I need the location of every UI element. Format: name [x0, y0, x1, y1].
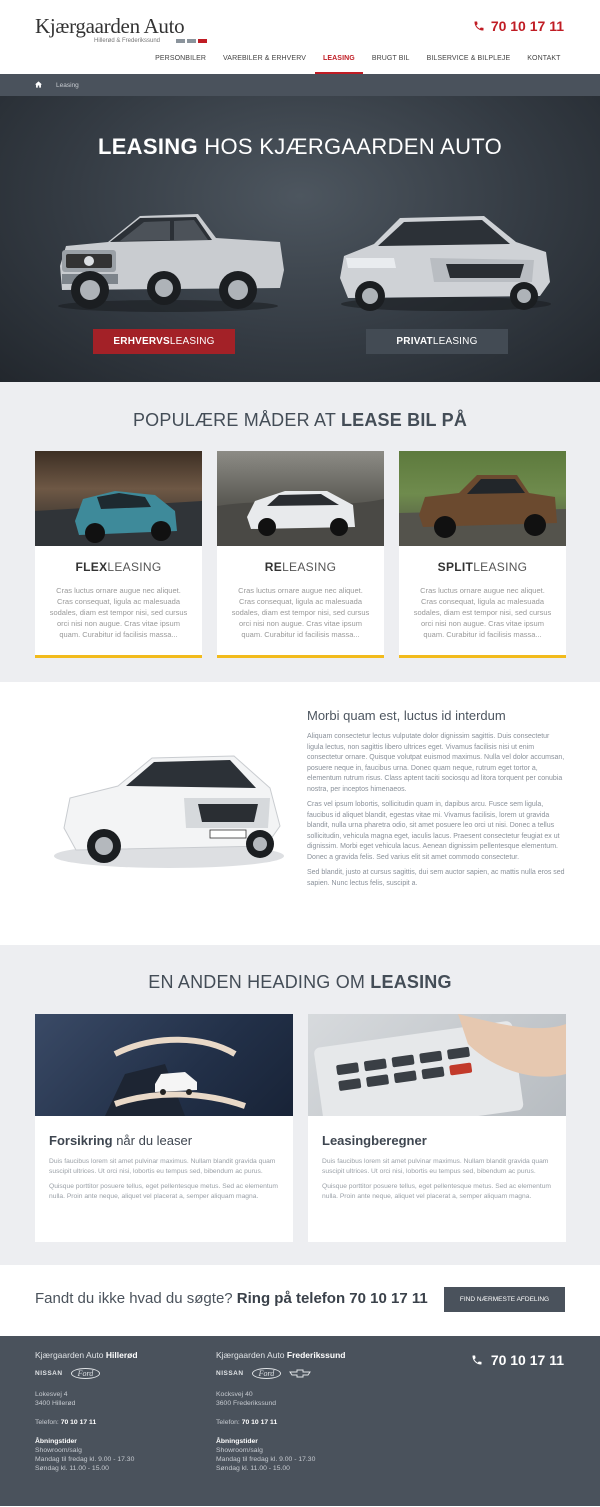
cta-question: Fandt du ikke hvad du søgte? Ring på tel…	[35, 1290, 428, 1307]
nav-item-brugt-bil[interactable]: BRUGT BIL	[363, 46, 418, 74]
splitleasing-card[interactable]: SPLITLEASING Cras luctus ornare augue ne…	[399, 451, 566, 658]
about-paragraph-2: Cras vel ipsum lobortis, sollicitudin qu…	[307, 801, 560, 861]
footer-address: Kocksvej 40 3600 Frederikssund	[216, 1391, 277, 1407]
logo-subtitle: Hillerød & Frederikssund	[94, 38, 161, 44]
main-nav: PERSONBILER VAREBILER & ERHVERV LEASING …	[147, 46, 569, 74]
releasing-text: Cras luctus ornare augue nec aliquet. Cr…	[231, 586, 370, 639]
insurance-text-2: Quisque porttitor posuere tellus, eget p…	[49, 1183, 278, 1200]
about-paragraph-1: Aliquam consectetur lectus vulputate dol…	[307, 733, 565, 793]
flexleasing-text: Cras luctus ornare augue nec aliquet. Cr…	[49, 586, 188, 639]
home-icon[interactable]	[35, 80, 42, 90]
business-leasing-button[interactable]: ERHVERVSLEASING	[93, 329, 235, 354]
nissan-logo-icon: NISSAN	[216, 1370, 244, 1377]
footer-address: Lokesvej 4 3400 Hillerød	[35, 1391, 76, 1407]
header-phone[interactable]: 70 10 17 11	[473, 18, 564, 34]
insurance-text-1: Duis faucibus lorem sit amet pulvinar ma…	[49, 1158, 276, 1175]
insurance-image	[35, 1014, 293, 1116]
nav-item-leasing[interactable]: LEASING	[314, 46, 364, 74]
chevrolet-logo-icon	[289, 1369, 312, 1378]
logo-name: Kjærgaarden Auto	[35, 14, 185, 38]
footer-location-title: Kjærgaarden Auto Hillerød	[35, 1350, 138, 1360]
sedan-car-image	[340, 216, 551, 311]
footer-location-title: Kjærgaarden Auto Frederikssund	[216, 1350, 346, 1360]
insurance-box[interactable]: Forsikring når du leaser Duis faucibus l…	[35, 1014, 293, 1242]
site-footer: Kjærgaarden Auto Hillerød NISSAN Ford Lo…	[0, 1336, 600, 1506]
calculator-image	[308, 1014, 566, 1116]
about-heading: Morbi quam est, luctus id interdum	[307, 708, 506, 723]
header-phone-number: 70 10 17 11	[490, 18, 564, 34]
ford-logo-icon: Ford	[70, 1368, 101, 1379]
nav-item-bilservice[interactable]: BILSERVICE & BILPLEJE	[418, 46, 519, 74]
white-suv-image	[54, 755, 284, 868]
call-to-action: Fandt du ikke hvad du søgte? Ring på tel…	[0, 1265, 600, 1336]
nissan-logo-icon: NISSAN	[35, 1370, 63, 1377]
footer-phone[interactable]: 70 10 17 11	[471, 1352, 564, 1368]
section2-title: EN ANDEN HEADING OM LEASING	[148, 972, 452, 992]
pickup-truck-image	[58, 214, 284, 312]
about-paragraph-3: Sed blandit, justo at cursus sagittis, d…	[307, 869, 565, 887]
logo[interactable]: Kjærgaarden Auto Hillerød & Frederikssun…	[35, 14, 207, 44]
popular-leasing-section: POPULÆRE MÅDER AT LEASE BIL PÅ FLEXLEASI…	[0, 382, 600, 682]
private-leasing-button[interactable]: PRIVATLEASING	[366, 329, 508, 354]
footer-telephone[interactable]: Telefon: 70 10 17 11	[216, 1419, 345, 1426]
about-section: Morbi quam est, luctus id interdum Aliqu…	[0, 682, 600, 945]
calculator-box[interactable]: Leasingberegner Duis faucibus lorem sit …	[308, 1014, 566, 1242]
phone-icon	[472, 1355, 482, 1365]
phone-icon	[474, 21, 484, 31]
releasing-image	[217, 451, 384, 546]
flexleasing-card[interactable]: FLEXLEASING Cras luctus ornare augue nec…	[35, 451, 202, 658]
releasing-card[interactable]: RELEASING Cras luctus ornare augue nec a…	[217, 451, 384, 658]
breadcrumb: Leasing	[0, 74, 600, 96]
hero-title: LEASING HOS KJÆRGAARDEN AUTO	[97, 134, 503, 159]
footer-opening-hours: Åbningstider Showroom/salg Mandag til fr…	[35, 1438, 135, 1472]
site-header: Kjærgaarden Auto Hillerød & Frederikssun…	[0, 0, 600, 74]
leasing-info-section: EN ANDEN HEADING OM LEASING Forsikring n…	[0, 945, 600, 1265]
calculator-title: Leasingberegner	[322, 1133, 427, 1148]
calculator-text-1: Duis faucibus lorem sit amet pulvinar ma…	[322, 1158, 549, 1175]
splitleasing-title: SPLITLEASING	[437, 560, 528, 574]
nav-item-kontakt[interactable]: KONTAKT	[519, 46, 569, 74]
releasing-title: RELEASING	[264, 560, 337, 574]
breadcrumb-current: Leasing	[56, 81, 79, 89]
footer-phone-number: 70 10 17 11	[490, 1352, 564, 1368]
flexleasing-image	[35, 451, 202, 546]
find-nearest-branch-button[interactable]: FIND NÆRMESTE AFDELING	[444, 1287, 565, 1312]
splitleasing-text: Cras luctus ornare augue nec aliquet. Cr…	[413, 586, 552, 639]
footer-telephone[interactable]: Telefon: 70 10 17 11	[35, 1419, 138, 1426]
hero-banner: LEASING HOS KJÆRGAARDEN AUTO ERHVERVSLEA…	[0, 96, 600, 382]
footer-location-hillerod: Kjærgaarden Auto Hillerød NISSAN Ford Lo…	[35, 1350, 138, 1473]
insurance-title: Forsikring når du leaser	[49, 1133, 193, 1148]
footer-location-frederikssund: Kjærgaarden Auto Frederikssund NISSAN Fo…	[216, 1350, 345, 1473]
nav-item-personbiler[interactable]: PERSONBILER	[147, 46, 215, 74]
splitleasing-image	[399, 451, 566, 546]
flexleasing-title: FLEXLEASING	[75, 560, 162, 574]
calculator-text-2: Quisque porttitor posuere tellus, eget p…	[322, 1183, 551, 1200]
nav-item-varebiler[interactable]: VAREBILER & ERHVERV	[215, 46, 315, 74]
ford-logo-icon: Ford	[251, 1368, 282, 1379]
footer-opening-hours: Åbningstider Showroom/salg Mandag til fr…	[216, 1438, 316, 1472]
logo-flag-icon	[176, 39, 207, 43]
popular-section-title: POPULÆRE MÅDER AT LEASE BIL PÅ	[132, 410, 468, 430]
